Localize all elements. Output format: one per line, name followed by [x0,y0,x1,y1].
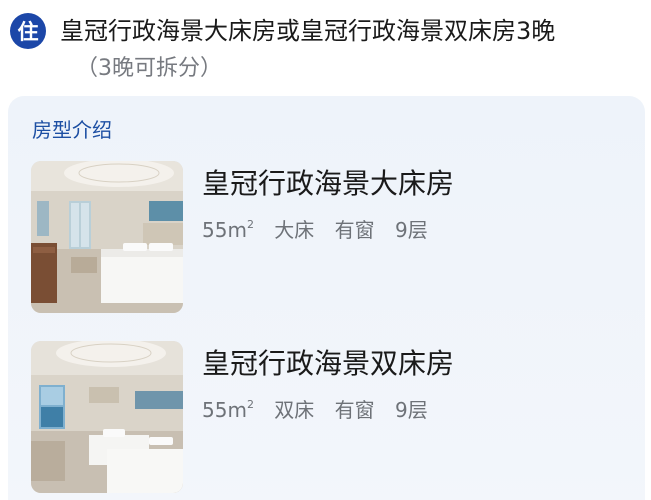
room-photo[interactable] [31,341,183,493]
room-photo[interactable] [31,161,183,313]
room-bed: 双床 [274,398,315,422]
room-item-twin[interactable]: 皇冠行政海景双床房 55m2 双床 有窗 9层 [31,341,631,493]
room-intro-card: 房型介绍 皇冠行政海景大床房 55m2 大床 有窗 9层 皇冠行政海景双床房 5… [8,96,645,500]
room-floor: 9层 [395,398,428,422]
room-package-page: 住 皇冠行政海景大床房或皇冠行政海景双床房3晚 （3晚可拆分） 房型介绍 皇冠行… [0,0,651,500]
room-name: 皇冠行政海景双床房 [202,347,455,380]
room-meta: 55m2 双床 有窗 9层 [202,391,442,424]
room-area: 55m2 [202,398,254,422]
room-item-king[interactable]: 皇冠行政海景大床房 55m2 大床 有窗 9层 [31,161,631,313]
room-bed: 大床 [274,218,315,242]
room-window: 有窗 [334,218,375,242]
room-window: 有窗 [334,398,375,422]
room-photo-image [31,161,183,313]
section-title: 房型介绍 [32,118,112,142]
room-meta: 55m2 大床 有窗 9层 [202,211,442,244]
room-floor: 9层 [395,218,428,242]
room-area: 55m2 [202,218,254,242]
room-name: 皇冠行政海景大床房 [202,167,455,200]
stay-badge: 住 [10,13,46,49]
package-title: 皇冠行政海景大床房或皇冠行政海景双床房3晚 [60,17,556,45]
room-photo-image [31,341,183,493]
package-subtitle: （3晚可拆分） [76,56,222,81]
